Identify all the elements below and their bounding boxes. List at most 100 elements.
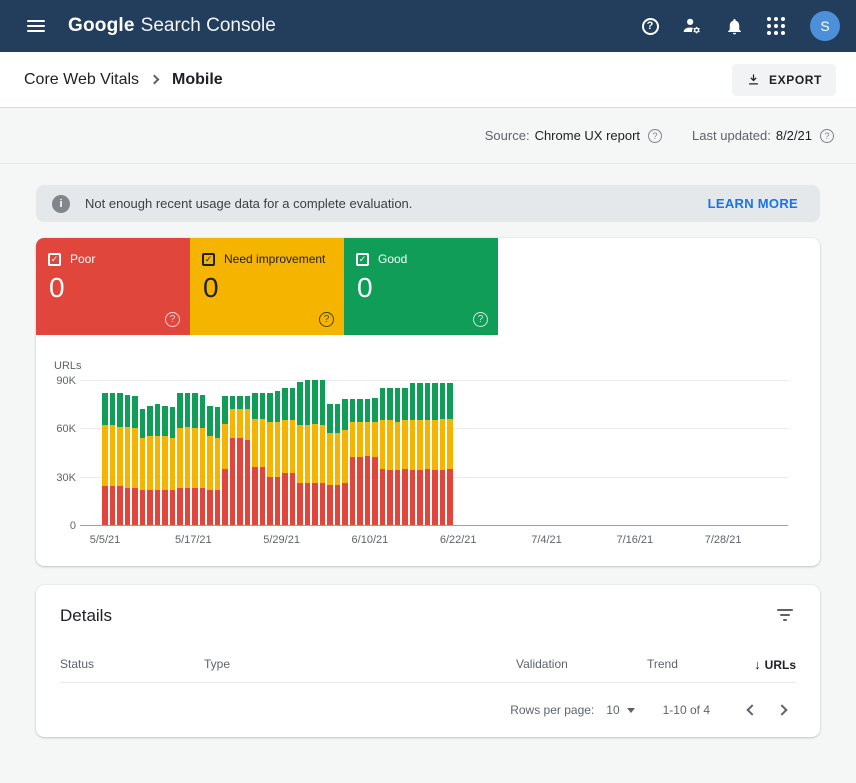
learn-more-link[interactable]: LEARN MORE: [708, 196, 804, 211]
filter-icon[interactable]: [776, 609, 794, 623]
column-status[interactable]: Status: [60, 657, 204, 671]
apps-grid-icon: [767, 17, 785, 35]
chart-bar: [140, 409, 146, 525]
export-button[interactable]: EXPORT: [732, 64, 836, 96]
bell-icon: [725, 17, 744, 36]
last-updated-help-icon[interactable]: ?: [820, 129, 834, 143]
logo-product: Search Console: [141, 15, 276, 37]
chart-bar: [327, 404, 333, 525]
chart-bar: [372, 398, 378, 525]
chart-bar: [207, 406, 213, 525]
status-summary-row: ✓ Poor 0 ? ✓ Need improvement 0 ?: [36, 238, 820, 335]
y-tick-label: 30K: [36, 472, 76, 484]
chart-bar: [320, 380, 326, 525]
gridline: [80, 380, 788, 381]
details-table-header: Status Type Validation Trend ↓ URLs: [60, 657, 796, 683]
menu-icon[interactable]: [16, 6, 56, 46]
chart-bar: [215, 407, 221, 525]
chart-bar: [185, 393, 191, 525]
breadcrumb-bar: Core Web Vitals Mobile EXPORT: [0, 52, 856, 108]
chart-bar: [425, 383, 431, 525]
chevron-right-icon: [776, 704, 787, 715]
status-label: Need improvement: [224, 252, 325, 266]
user-settings-icon: [681, 15, 703, 37]
help-icon[interactable]: ?: [165, 312, 180, 327]
chart-bar: [447, 383, 453, 525]
previous-page-button[interactable]: [738, 698, 762, 722]
help-icon[interactable]: ?: [319, 312, 334, 327]
notifications-button[interactable]: [716, 8, 752, 44]
column-type[interactable]: Type: [204, 657, 516, 671]
x-tick-label: 7/16/21: [616, 534, 653, 546]
x-axis-ticks: 5/5/215/17/215/29/216/10/216/22/217/4/21…: [80, 534, 788, 548]
breadcrumb-core-web-vitals[interactable]: Core Web Vitals: [24, 71, 139, 89]
help-button[interactable]: ?: [632, 8, 668, 44]
cwv-trend-chart: URLs 90K60K30K0 5/5/215/17/215/29/216/10…: [36, 362, 820, 548]
caret-down-icon: [627, 708, 635, 713]
help-icon[interactable]: ?: [473, 312, 488, 327]
chart-bar: [110, 393, 116, 525]
notice-banner: i Not enough recent usage data for a com…: [36, 185, 820, 222]
rows-per-page-value: 10: [606, 703, 619, 717]
pagination-range: 1-10 of 4: [663, 703, 710, 717]
chart-bar: [357, 399, 363, 525]
download-icon: [746, 72, 761, 87]
sort-descending-icon: ↓: [754, 657, 761, 672]
checkbox-checked-icon[interactable]: ✓: [48, 253, 61, 266]
y-tick-label: 0: [36, 520, 76, 532]
source-label: Source:: [485, 128, 530, 143]
help-icon: ?: [642, 18, 659, 35]
details-card: Details Status Type Validation Trend ↓ U…: [36, 585, 820, 737]
banner-message: Not enough recent usage data for a compl…: [85, 196, 412, 211]
chart-bar: [275, 391, 281, 525]
chart-bar: [147, 406, 153, 525]
source-help-icon[interactable]: ?: [648, 129, 662, 143]
rows-per-page-select[interactable]: 10: [606, 703, 634, 717]
status-label: Poor: [70, 252, 95, 266]
y-tick-label: 60K: [36, 423, 76, 435]
chart-bar: [102, 393, 108, 525]
chart-bar: [282, 388, 288, 525]
status-count: 0: [49, 272, 178, 304]
chart-bar: [312, 380, 318, 525]
app-logo[interactable]: Google Search Console: [68, 15, 276, 37]
y-tick-label: 90K: [36, 375, 76, 387]
checkbox-checked-icon[interactable]: ✓: [202, 253, 215, 266]
last-updated-label: Last updated:: [692, 128, 771, 143]
status-card-need-improvement[interactable]: ✓ Need improvement 0 ?: [190, 238, 344, 335]
manage-users-button[interactable]: [674, 8, 710, 44]
column-urls[interactable]: ↓ URLs: [737, 657, 796, 672]
status-label: Good: [378, 252, 407, 266]
column-trend[interactable]: Trend: [647, 657, 737, 671]
last-updated-value: 8/2/21: [776, 128, 812, 143]
account-avatar[interactable]: S: [810, 11, 840, 41]
x-tick-label: 7/28/21: [705, 534, 742, 546]
column-validation[interactable]: Validation: [516, 657, 647, 671]
next-page-button[interactable]: [772, 698, 796, 722]
status-card-good[interactable]: ✓ Good 0 ?: [344, 238, 498, 335]
column-urls-label: URLs: [765, 658, 796, 672]
status-count: 0: [203, 272, 332, 304]
chart-bar: [432, 383, 438, 525]
chart-bar: [192, 393, 198, 525]
breadcrumb-mobile: Mobile: [172, 71, 223, 89]
report-meta-bar: Source: Chrome UX report ? Last updated:…: [0, 108, 856, 164]
cwv-chart-card: ✓ Poor 0 ? ✓ Need improvement 0 ?: [36, 238, 820, 566]
chevron-right-icon: [150, 75, 160, 85]
checkbox-checked-icon[interactable]: ✓: [356, 253, 369, 266]
source-meta: Source: Chrome UX report ?: [485, 128, 662, 143]
details-title: Details: [60, 606, 112, 626]
chevron-left-icon: [746, 704, 757, 715]
info-icon: i: [52, 195, 70, 213]
chart-bar: [162, 406, 168, 525]
chart-bar: [290, 388, 296, 525]
apps-button[interactable]: [758, 8, 794, 44]
status-card-poor[interactable]: ✓ Poor 0 ?: [36, 238, 190, 335]
chart-bar: [395, 388, 401, 525]
chart-bar: [402, 388, 408, 525]
topbar-actions: ? S: [632, 8, 840, 44]
chart-bar: [335, 404, 341, 525]
chart-bar: [380, 388, 386, 525]
status-count: 0: [357, 272, 486, 304]
y-axis-ticks: 90K 60K 30K 0: [36, 362, 76, 548]
